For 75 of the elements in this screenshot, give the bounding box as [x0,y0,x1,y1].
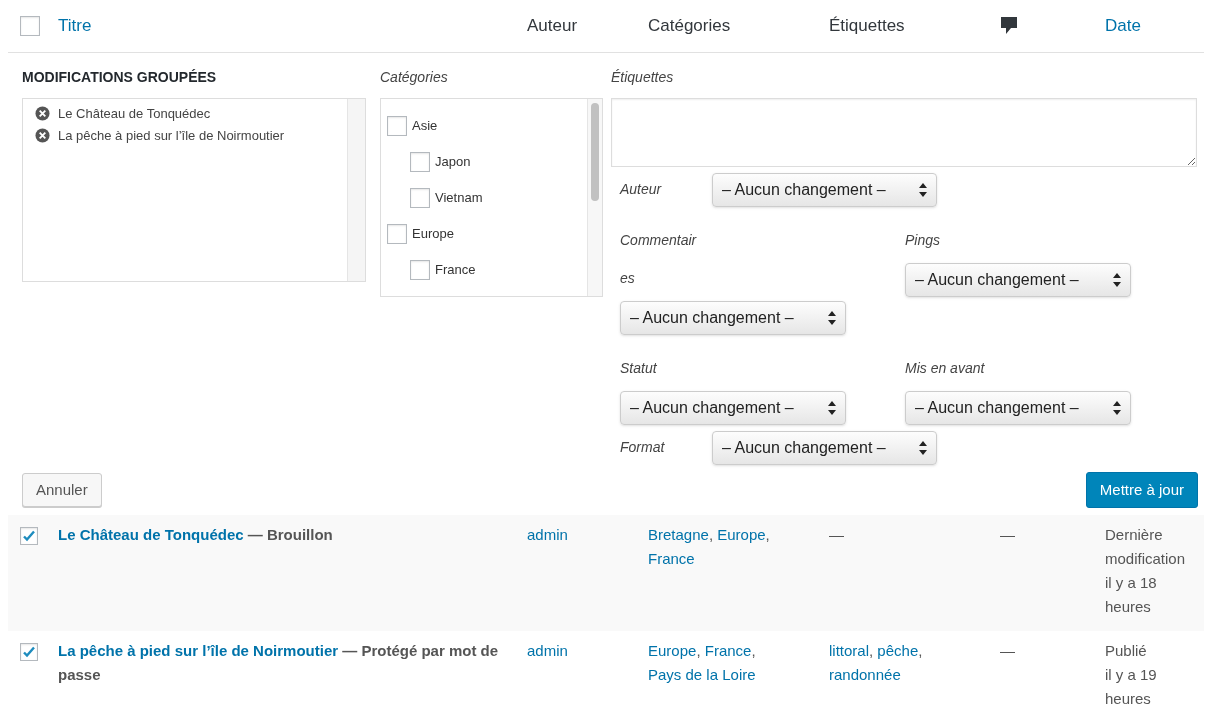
category-label: France [435,261,476,280]
select-dropdown[interactable]: – Aucun changement – [712,431,937,465]
field-label: Commentaires [620,231,698,288]
column-header: Étiquettes [829,15,905,38]
select-dropdown[interactable]: – Aucun changement – [620,301,846,335]
field-label: Mis en avant [905,359,986,378]
up-down-arrows-icon [1113,273,1121,287]
empty-dash: — [1000,642,1015,659]
category-label: Europe [412,225,454,244]
cancel-button[interactable]: Annuler [22,473,102,507]
remove-icon[interactable] [35,128,50,143]
field-label: Pings [905,231,942,250]
date-text: il y a 18 heures [1105,573,1158,617]
field-label: Catégories [380,68,449,87]
remove-icon[interactable] [35,106,50,121]
separator-text: , [751,642,756,659]
post-title-link[interactable]: La pêche à pied sur l’île de Noirmoutier [58,642,339,659]
select-dropdown[interactable]: – Aucun changement – [620,391,846,425]
comment-icon [1000,16,1018,36]
category-label: Asie [412,117,438,136]
category-label: Japon [435,153,471,172]
up-down-arrows-icon [828,401,836,415]
separator-text: , [869,642,874,659]
column-header: Catégories [648,15,731,38]
up-down-arrows-icon [828,311,836,325]
term-link[interactable]: randonnée [829,666,901,683]
column-sort-link[interactable]: Date [1105,13,1141,39]
select-dropdown[interactable]: – Aucun changement – [905,263,1131,297]
tags-field[interactable] [611,97,1197,167]
checkbox[interactable] [387,224,407,244]
separator-text: , [765,526,770,543]
post-title-text: La pêche à pied sur l’île de Noirmoutier — Protégé par mot de passe [58,641,500,685]
post-title-text: Le Château de Tonquédec — Brouillon [58,525,334,545]
term-link[interactable]: Europe [648,642,697,659]
checkbox[interactable] [20,527,38,545]
category-label: Vietnam [435,189,483,208]
field-label: Étiquettes [611,68,675,87]
separator-text: , [918,642,923,659]
term-link[interactable]: France [648,550,695,567]
empty-dash: — [1000,526,1015,543]
checkbox[interactable] [410,188,430,208]
post-title: La pêche à pied sur l’île de Noirmoutier [58,126,285,145]
checkbox[interactable] [410,260,430,280]
checkbox[interactable] [410,152,430,172]
post-title-link[interactable]: Le Château de Tonquédec [58,526,244,543]
separator-text: , [708,526,714,543]
checkbox[interactable] [20,643,38,661]
checkbox[interactable] [20,16,40,36]
date-text: Publié [1105,641,1148,661]
term-link[interactable]: littoral [829,642,869,659]
term-link[interactable]: France [704,642,752,659]
term-link[interactable]: pêche [877,642,919,659]
term-link[interactable]: Bretagne [648,526,709,543]
up-down-arrows-icon [1113,401,1121,415]
field-label: Auteur [620,180,663,199]
select-dropdown[interactable]: – Aucun changement – [712,173,937,207]
scrollbar-thumb[interactable] [591,103,599,201]
empty-dash: — [829,526,844,543]
term-link[interactable]: Europe [717,526,766,543]
up-down-arrows-icon [919,183,927,197]
field-label: Statut [620,359,658,378]
term-link[interactable]: Pays de la Loire [648,666,756,683]
post-title: Le Château de Tonquédec [58,104,211,123]
field-label: Format [620,438,666,457]
author-link[interactable]: admin [527,642,568,659]
select-dropdown[interactable]: – Aucun changement – [905,391,1131,425]
separator-text: , [696,642,701,659]
section-title: MODIFICATIONS GROUPÉES [22,68,218,87]
checkbox[interactable] [387,116,407,136]
column-header: Auteur [527,15,578,38]
author-link[interactable]: admin [527,526,568,543]
up-down-arrows-icon [919,441,927,455]
column-sort-link[interactable]: Titre [58,13,92,39]
date-text: il y a 19 heures [1105,665,1158,704]
update-button[interactable]: Mettre à jour [1085,472,1198,508]
